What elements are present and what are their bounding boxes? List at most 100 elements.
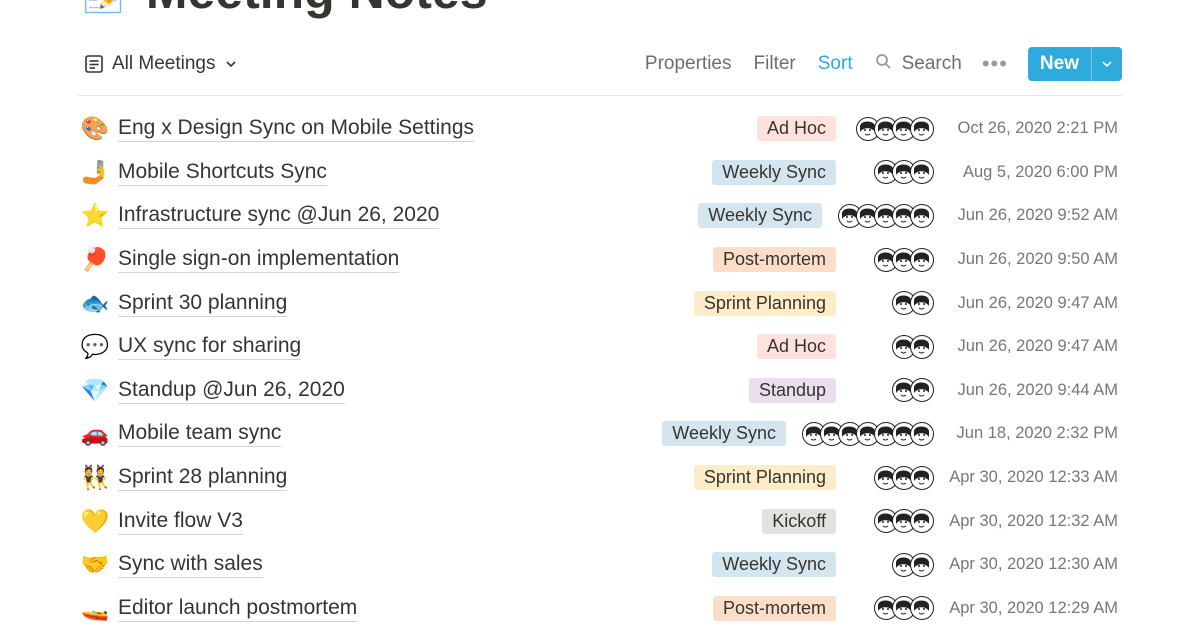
meeting-type-tag: Weekly Sync xyxy=(712,159,836,185)
meeting-type-tag: Post-mortem xyxy=(712,247,836,273)
attendees xyxy=(852,291,934,316)
palette-icon: 🎨 xyxy=(80,116,110,143)
search-button[interactable]: Search xyxy=(875,53,962,76)
chevron-down-icon xyxy=(1102,61,1112,68)
meeting-type-tag: Ad Hoc xyxy=(756,116,836,142)
search-label: Search xyxy=(901,53,962,74)
meeting-title[interactable]: Mobile Shortcuts Sync xyxy=(118,159,327,186)
meeting-title[interactable]: Editor launch postmortem xyxy=(118,595,358,622)
new-button-group: New xyxy=(1027,47,1122,81)
attendees xyxy=(852,465,934,490)
meeting-type-tag: Standup xyxy=(748,377,836,403)
star-icon: ⭐ xyxy=(80,203,110,230)
meeting-title[interactable]: Single sign-on implementation xyxy=(118,246,400,274)
attendees xyxy=(852,160,934,185)
meeting-date: Jun 26, 2020 9:47 AM xyxy=(957,337,1118,356)
page-title: 📝 Meeting Notes xyxy=(82,0,488,19)
avatar xyxy=(910,465,934,490)
list-item[interactable]: 🐟 Sprint 30 planning Sprint Planning Jun 26… xyxy=(78,281,1118,325)
avatar xyxy=(910,552,934,577)
meeting-date: Apr 30, 2020 12:33 AM xyxy=(949,468,1118,487)
list-item[interactable]: 🚗 Mobile team sync Weekly Sync Jun 18, 2020… xyxy=(78,412,1118,456)
meeting-type-tag: Sprint Planning xyxy=(693,465,836,491)
list-item[interactable]: 💬 UX sync for sharing Ad Hoc Jun 26, 2020 9… xyxy=(78,325,1118,369)
meeting-date: Jun 26, 2020 9:52 AM xyxy=(957,206,1118,225)
list-view-icon xyxy=(84,54,104,74)
search-icon xyxy=(875,53,892,76)
avatar xyxy=(910,203,934,228)
list-item[interactable]: 👯 Sprint 28 planning Sprint Planning Apr 30… xyxy=(78,456,1118,500)
meeting-title[interactable]: Eng x Design Sync on Mobile Settings xyxy=(118,115,475,143)
new-button[interactable]: New xyxy=(1028,47,1091,81)
meeting-title[interactable]: Sprint 30 planning xyxy=(118,290,288,317)
avatar xyxy=(910,334,934,359)
meeting-date: Jun 26, 2020 9:47 AM xyxy=(957,293,1118,312)
meeting-type-tag: Sprint Planning xyxy=(693,290,836,316)
meeting-date: Jun 26, 2020 9:50 AM xyxy=(957,250,1118,269)
database-toolbar: All Meetings Properties Filter Sort Sear… xyxy=(78,44,1122,84)
avatar xyxy=(910,509,934,534)
meeting-date: Oct 26, 2020 2:21 PM xyxy=(957,119,1118,138)
attendees xyxy=(852,552,934,577)
list-item[interactable]: 🤝 Sync with sales Weekly Sync Apr 30, 2020 … xyxy=(78,543,1118,587)
view-selector-label: All Meetings xyxy=(112,53,216,74)
avatar xyxy=(910,247,934,272)
toolbar-divider xyxy=(78,95,1122,96)
meeting-title[interactable]: Sync with sales xyxy=(118,551,263,579)
sort-button[interactable]: Sort xyxy=(818,53,853,75)
speedboat-icon: 🚤 xyxy=(80,595,110,622)
avatar xyxy=(910,116,934,141)
properties-button[interactable]: Properties xyxy=(645,53,732,75)
attendees xyxy=(852,247,934,272)
attendees xyxy=(852,116,934,141)
meeting-date: Jun 18, 2020 2:32 PM xyxy=(956,424,1118,443)
meeting-title[interactable]: Mobile team sync xyxy=(118,420,282,448)
handshake-icon: 🤝 xyxy=(80,552,110,579)
yellow-heart-icon: 💛 xyxy=(80,508,110,535)
attendees xyxy=(852,378,934,403)
attendees xyxy=(852,509,934,534)
meeting-title[interactable]: Sprint 28 planning xyxy=(118,464,288,492)
attendees xyxy=(838,203,934,228)
list-item[interactable]: 🏓 Single sign-on implementation Post-morte… xyxy=(78,238,1118,282)
avatar xyxy=(910,291,934,316)
meeting-type-tag: Ad Hoc xyxy=(756,334,836,360)
avatar xyxy=(910,378,934,403)
avatar xyxy=(910,596,934,621)
meeting-title[interactable]: UX sync for sharing xyxy=(118,333,302,361)
avatar xyxy=(910,421,934,446)
meeting-list: 🎨 Eng x Design Sync on Mobile Settings Ad … xyxy=(78,107,1118,630)
meeting-type-tag: Kickoff xyxy=(762,508,836,534)
more-options-icon[interactable]: ••• xyxy=(982,51,1008,77)
car-icon: 🚗 xyxy=(80,421,110,448)
new-dropdown-button[interactable] xyxy=(1091,47,1122,81)
list-item[interactable]: 🚤 Editor launch postmortem Post-mortem Apr … xyxy=(78,587,1118,630)
view-selector[interactable]: All Meetings xyxy=(78,53,238,75)
meeting-type-tag: Weekly Sync xyxy=(712,552,836,578)
list-item[interactable]: 💎 Standup @Jun 26, 2020 Standup Jun 26, 202… xyxy=(78,369,1118,413)
meeting-type-tag: Post-mortem xyxy=(712,595,836,621)
meeting-type-tag: Weekly Sync xyxy=(662,421,786,447)
page-title-text: Meeting Notes xyxy=(146,0,488,20)
fish-icon: 🐟 xyxy=(80,290,110,317)
attendees xyxy=(852,596,934,621)
meeting-date: Apr 30, 2020 12:30 AM xyxy=(949,555,1118,574)
meeting-date: Jun 26, 2020 9:44 AM xyxy=(957,380,1118,399)
speech-bubble-icon: 💬 xyxy=(80,334,110,361)
meeting-title[interactable]: Standup @Jun 26, 2020 xyxy=(118,377,345,404)
meeting-date: Apr 30, 2020 12:32 AM xyxy=(949,511,1118,530)
attendees xyxy=(852,334,934,359)
meeting-title[interactable]: Infrastructure sync @Jun 26, 2020 xyxy=(118,202,440,230)
filter-button[interactable]: Filter xyxy=(754,53,796,75)
list-item[interactable]: 🎨 Eng x Design Sync on Mobile Settings Ad … xyxy=(78,107,1118,151)
chevron-down-icon xyxy=(224,57,238,71)
list-item[interactable]: 🤳 Mobile Shortcuts Sync Weekly Sync Aug 5, … xyxy=(78,151,1118,195)
attendees xyxy=(802,421,934,446)
meeting-date: Aug 5, 2020 6:00 PM xyxy=(962,162,1118,181)
meeting-title[interactable]: Invite flow V3 xyxy=(118,508,243,535)
avatar xyxy=(910,160,934,185)
list-item[interactable]: ⭐ Infrastructure sync @Jun 26, 2020 Weekly… xyxy=(78,194,1118,238)
meeting-date: Apr 30, 2020 12:29 AM xyxy=(949,598,1118,617)
list-item[interactable]: 💛 Invite flow V3 Kickoff Apr 30, 2020 12:32… xyxy=(78,499,1118,543)
meeting-type-tag: Weekly Sync xyxy=(698,203,822,229)
